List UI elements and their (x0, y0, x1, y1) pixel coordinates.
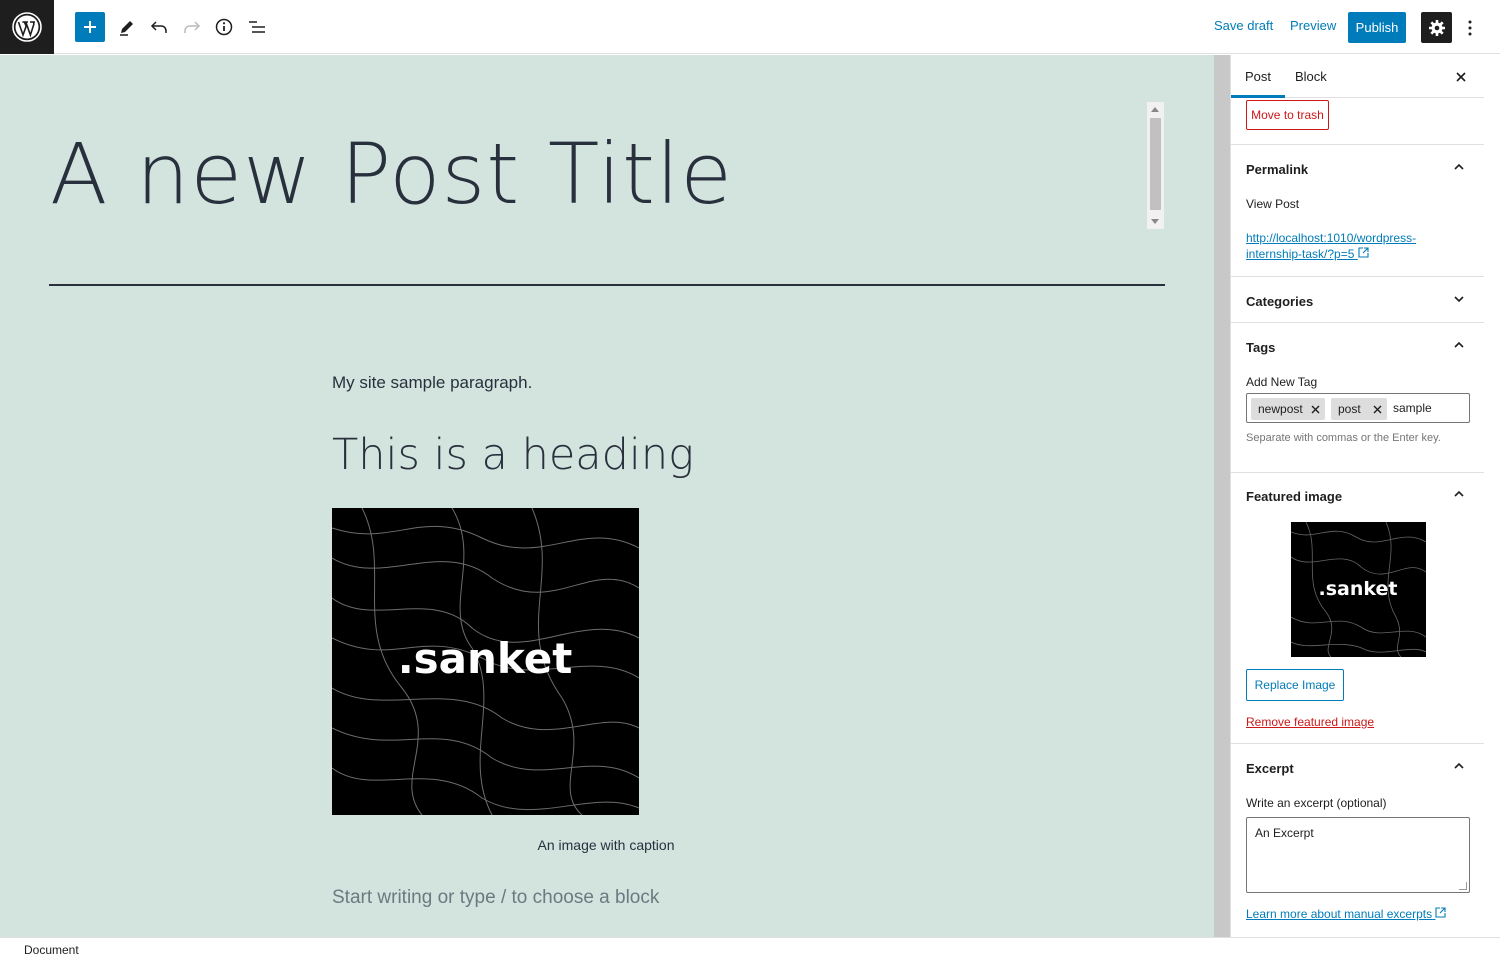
post-title[interactable]: A new Post Title (50, 125, 733, 223)
tag-chip-label: post (1338, 402, 1361, 416)
separator-block (49, 284, 1165, 286)
chevron-up-icon[interactable] (1452, 160, 1466, 174)
panel-divider (1231, 472, 1484, 473)
wordpress-logo-button[interactable] (0, 0, 54, 54)
panel-divider (1231, 144, 1484, 145)
title-scrollbar[interactable] (1147, 102, 1164, 229)
list-view-button[interactable] (242, 12, 272, 42)
save-draft-button[interactable]: Save draft (1214, 18, 1273, 33)
sidebar-scrollbar[interactable] (1484, 98, 1500, 937)
panel-divider (1231, 743, 1484, 744)
settings-sidebar: Post Block Move to trash Permalink View … (1230, 55, 1500, 937)
sidebar-tabs: Post Block (1231, 55, 1484, 98)
pencil-icon (120, 21, 133, 36)
editor-canvas: A new Post Title My site sample paragrap… (0, 55, 1214, 937)
block-appender-placeholder[interactable]: Start writing or type / to choose a bloc… (332, 887, 659, 909)
gear-icon (1428, 19, 1445, 36)
undo-button[interactable] (144, 12, 174, 42)
chevron-up-icon[interactable] (1452, 338, 1466, 352)
featured-image-panel-title[interactable]: Featured image (1246, 489, 1342, 504)
options-menu-button[interactable] (1460, 12, 1480, 43)
more-vertical-icon (1468, 20, 1472, 35)
external-link-icon (1358, 247, 1369, 258)
tag-chip: post (1331, 398, 1387, 420)
tags-panel-title[interactable]: Tags (1246, 340, 1275, 355)
sanket-thumbnail-text: .sanket (1319, 578, 1398, 600)
redo-button[interactable] (177, 12, 207, 42)
plus-icon (84, 21, 96, 33)
block-inserter-button[interactable] (75, 12, 105, 42)
scroll-down-arrow-icon[interactable] (1151, 219, 1159, 224)
tag-chip: newpost (1251, 398, 1325, 420)
settings-button[interactable] (1421, 12, 1452, 43)
breadcrumb-document[interactable]: Document (24, 943, 79, 957)
block-breadcrumb-bar: Document (0, 937, 1500, 960)
info-icon (215, 18, 233, 36)
chevron-up-icon[interactable] (1452, 759, 1466, 773)
tab-post[interactable]: Post (1231, 55, 1286, 98)
tools-button[interactable] (112, 12, 142, 42)
replace-image-button[interactable]: Replace Image (1246, 669, 1344, 701)
tab-block[interactable]: Block (1281, 55, 1341, 98)
chevron-up-icon[interactable] (1452, 487, 1466, 501)
undo-icon (150, 21, 167, 33)
image-caption[interactable]: An image with caption (332, 837, 880, 853)
external-link-icon (1435, 907, 1447, 918)
panel-divider (1231, 322, 1484, 323)
learn-more-excerpts-label: Learn more about manual excerpts (1246, 907, 1433, 921)
chevron-down-icon[interactable] (1452, 292, 1466, 306)
permalink-panel-title[interactable]: Permalink (1246, 162, 1308, 177)
excerpt-panel-title[interactable]: Excerpt (1246, 761, 1294, 776)
remove-tag-button[interactable] (1367, 398, 1387, 420)
resize-handle-icon[interactable] (1459, 882, 1467, 890)
excerpt-textarea[interactable]: An Excerpt (1246, 817, 1470, 893)
excerpt-value: An Excerpt (1255, 826, 1314, 840)
panel-divider (1231, 276, 1484, 277)
redo-icon (184, 21, 201, 33)
wordpress-icon (12, 12, 42, 42)
sanket-thumbnail-image: .sanket (1291, 522, 1426, 657)
tag-chip-label: newpost (1258, 402, 1303, 416)
tag-input-value[interactable]: sample (1393, 401, 1432, 415)
details-button[interactable] (209, 12, 239, 42)
close-icon (1456, 72, 1466, 82)
sanket-image: .sanket (332, 508, 639, 815)
featured-image-thumbnail[interactable]: .sanket (1291, 522, 1426, 657)
categories-panel-title[interactable]: Categories (1246, 294, 1313, 309)
scroll-up-arrow-icon[interactable] (1151, 107, 1159, 112)
heading-block[interactable]: This is a heading (332, 430, 694, 480)
close-sidebar-button[interactable] (1451, 67, 1471, 87)
list-view-icon (249, 21, 265, 33)
editor-header: Save draft Preview Publish (0, 0, 1500, 54)
remove-tag-button[interactable] (1305, 398, 1325, 420)
permalink-url-line2: internship-task/?p=5 (1246, 247, 1355, 261)
close-icon (1311, 405, 1319, 413)
paragraph-block[interactable]: My site sample paragraph. (332, 373, 532, 393)
publish-button[interactable]: Publish (1348, 12, 1406, 43)
permalink-url-line1: http://localhost:1010/wordpress- (1246, 231, 1417, 245)
view-post-label: View Post (1246, 197, 1300, 211)
remove-featured-image-link[interactable]: Remove featured image (1246, 715, 1374, 729)
excerpt-label: Write an excerpt (optional) (1246, 796, 1387, 810)
preview-button[interactable]: Preview (1290, 18, 1336, 33)
scrollbar-thumb[interactable] (1150, 118, 1161, 210)
tag-input-field[interactable]: newpost post sample (1246, 393, 1470, 423)
close-icon (1373, 405, 1381, 413)
tags-help-text: Separate with commas or the Enter key. (1246, 432, 1441, 444)
move-to-trash-button[interactable]: Move to trash (1246, 100, 1329, 130)
sanket-image-text: .sanket (398, 634, 573, 683)
image-block[interactable]: .sanket (332, 508, 639, 815)
canvas-scrollbar[interactable] (1214, 55, 1230, 937)
learn-more-excerpts-link[interactable]: Learn more about manual excerpts (1246, 906, 1447, 922)
permalink-url[interactable]: http://localhost:1010/wordpress- interns… (1246, 230, 1416, 262)
add-new-tag-label: Add New Tag (1246, 375, 1318, 389)
